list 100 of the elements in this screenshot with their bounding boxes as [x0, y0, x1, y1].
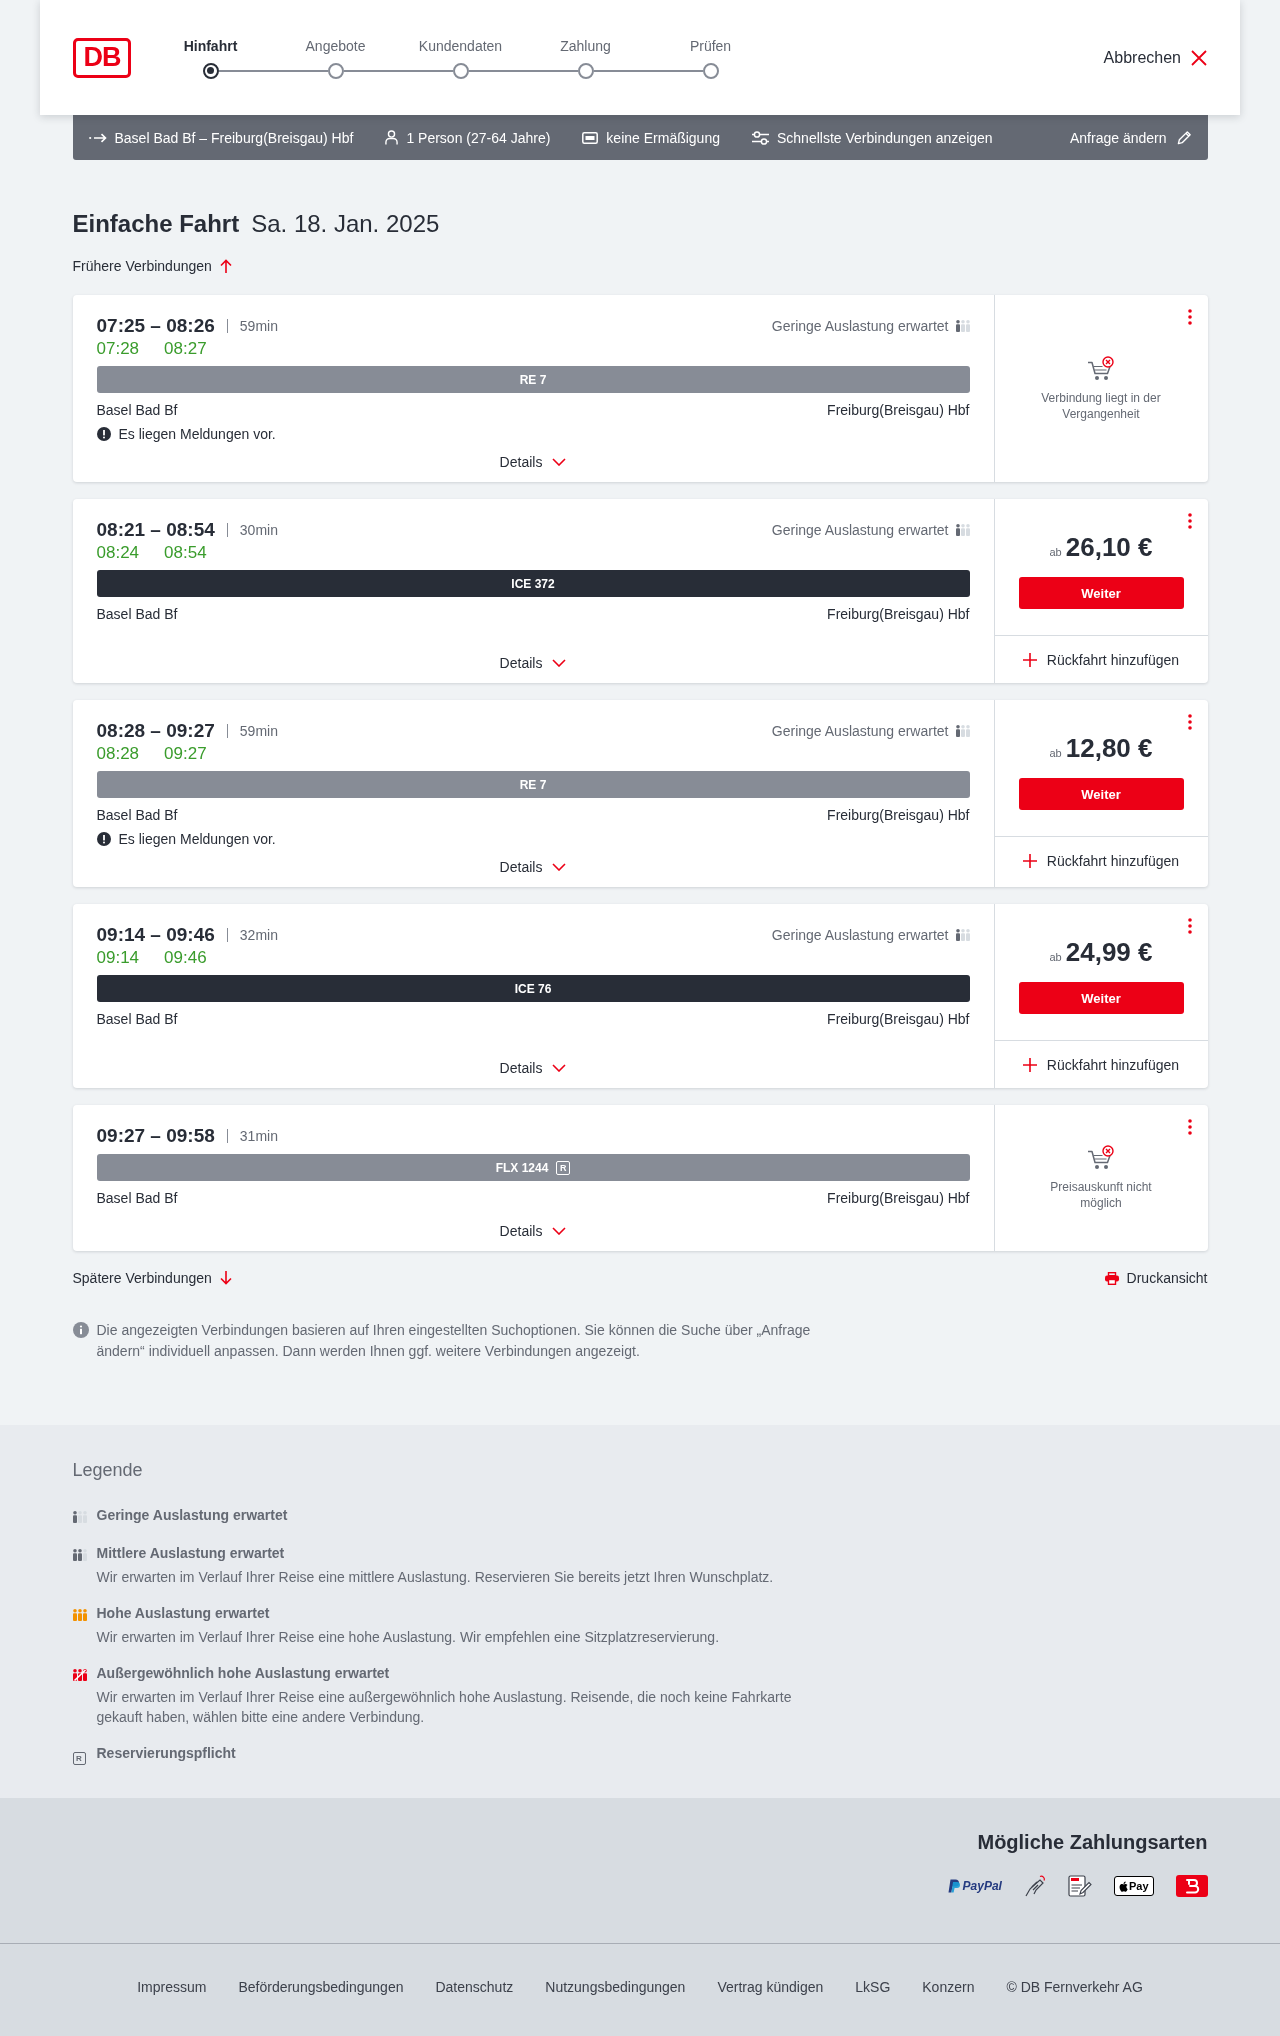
info-icon — [72, 1322, 89, 1338]
details-button[interactable]: Details — [499, 444, 567, 472]
plus-icon — [1022, 652, 1037, 667]
reservation-mark: R — [72, 1752, 86, 1765]
legend-item-description: Wir erwarten im Verlauf Ihrer Reise eine hohe Auslastung. Wir empfehlen eine Sitzplatzreservierung. — [96, 1628, 719, 1647]
occupancy-icon — [72, 1609, 87, 1621]
continue-button[interactable]: Weiter — [1018, 778, 1184, 810]
occupancy-icon — [955, 320, 970, 332]
paypal-mark-icon — [947, 1879, 960, 1893]
actual-arrival-time: 08:27 — [164, 338, 207, 360]
arrival-station: Freiburg(Breisgau) Hbf — [827, 806, 970, 825]
add-return-trip-button[interactable]: Rückfahrt hinzufügen — [994, 635, 1208, 683]
earlier-connections-link[interactable]: Frühere Verbindungen — [72, 256, 232, 276]
footer-link[interactable]: Vertrag kündigen — [717, 1977, 824, 1997]
chevron-down-icon — [552, 863, 567, 871]
occupancy-label: Geringe Auslastung erwartet — [771, 317, 949, 336]
step-label: Zahlung — [560, 36, 611, 55]
unavailable-note: Preisauskunft nicht möglich — [1049, 1179, 1153, 1211]
hand-card-icon — [1023, 1875, 1046, 1897]
footer-link[interactable]: Konzern — [922, 1977, 975, 1997]
actual-departure-time: 08:24 — [96, 542, 140, 564]
notice-text: Es liegen Meldungen vor. — [118, 425, 276, 444]
scheduled-times: 08:21 – 08:54 — [96, 518, 215, 542]
printer-icon — [1104, 1271, 1119, 1285]
details-button[interactable]: Details — [499, 645, 567, 673]
travel-duration: 32min — [239, 926, 278, 945]
details-button[interactable]: Details — [499, 849, 567, 877]
plus-icon — [1022, 1057, 1037, 1072]
plus-icon — [1022, 853, 1037, 868]
chevron-down-icon — [552, 659, 567, 667]
more-options-icon[interactable] — [1187, 513, 1192, 529]
footer-link[interactable]: Beförderungsbedingungen — [238, 1977, 404, 1997]
arrival-station: Freiburg(Breisgau) Hbf — [827, 1189, 970, 1208]
occupancy-label: Geringe Auslastung erwartet — [771, 722, 949, 741]
step-label: Hinfahrt — [183, 36, 238, 55]
later-connections-link[interactable]: Spätere Verbindungen — [72, 1268, 232, 1288]
sliders-icon — [752, 130, 769, 145]
actual-arrival-time: 09:27 — [164, 743, 207, 765]
edit-search-button[interactable]: Anfrage ändern — [1069, 129, 1192, 146]
cart-cross-icon — [1087, 1145, 1115, 1171]
details-button[interactable]: Details — [499, 1213, 567, 1241]
occupancy-icon — [72, 1511, 87, 1523]
departure-station: Basel Bad Bf — [96, 401, 178, 420]
scheduled-times: 09:27 – 09:58 — [96, 1124, 215, 1148]
pay-label: Pay — [1128, 1880, 1149, 1892]
details-button[interactable]: Details — [499, 1050, 567, 1078]
train-name: ICE 76 — [514, 981, 552, 996]
more-options-icon[interactable] — [1187, 714, 1192, 730]
reservation-mark: R — [556, 1160, 571, 1175]
footer-link[interactable]: Nutzungsbedingungen — [545, 1977, 686, 1997]
legend-item-title: Hohe Auslastung erwartet — [96, 1604, 271, 1623]
add-return-trip-button[interactable]: Rückfahrt hinzufügen — [994, 836, 1208, 884]
route-arrow-icon — [88, 132, 107, 143]
notice-text: Es liegen Meldungen vor. — [118, 830, 276, 849]
actual-arrival-time: 08:54 — [164, 542, 207, 564]
logo[interactable]: DB — [73, 37, 131, 78]
continue-button[interactable]: Weiter — [1018, 577, 1184, 609]
continue-button[interactable]: Weiter — [1018, 982, 1184, 1014]
cancel-button[interactable]: Abbrechen — [1103, 48, 1207, 67]
more-options-icon[interactable] — [1187, 309, 1192, 325]
close-icon — [1191, 49, 1207, 66]
arrow-up-icon — [219, 259, 232, 273]
footer-link[interactable]: © DB Fernverkehr AG — [1006, 1977, 1143, 1997]
legend-item-description: Wir erwarten im Verlauf Ihrer Reise eine außergewöhnlich hohe Auslastung. Reisende, die noch keine Fahrkarte gekauft haben, wählen bitte eine andere Verbindung. — [96, 1688, 793, 1727]
legend-title: Legende — [72, 1459, 144, 1482]
occupancy-icon — [955, 725, 970, 737]
scheduled-times: 09:14 – 09:46 — [96, 923, 215, 947]
more-options-icon[interactable] — [1187, 918, 1192, 934]
occupancy-icon — [72, 1669, 87, 1681]
legend-item-title: Außergewöhnlich hohe Auslastung erwartet — [96, 1664, 391, 1683]
scheduled-times: 07:25 – 08:26 — [96, 314, 215, 338]
price: 26,10 € — [1065, 531, 1153, 563]
cart-cross-icon — [1087, 355, 1115, 382]
print-view-link[interactable]: Druckansicht — [1104, 1268, 1208, 1288]
departure-station: Basel Bad Bf — [96, 1189, 178, 1208]
price: 24,99 € — [1065, 936, 1153, 968]
more-options-icon[interactable] — [1187, 1119, 1192, 1135]
arrow-down-icon — [219, 1271, 232, 1285]
scheduled-times: 08:28 – 09:27 — [96, 719, 215, 743]
chevron-down-icon — [552, 1227, 567, 1235]
step-label: Prüfen — [689, 36, 732, 55]
travel-duration: 59min — [239, 722, 278, 741]
actual-departure-time: 07:28 — [96, 338, 140, 360]
search-option-label: Schnellste Verbindungen anzeigen — [777, 129, 993, 146]
price-prefix: ab — [1049, 746, 1062, 760]
departure-station: Basel Bad Bf — [96, 605, 178, 624]
footer-link[interactable]: LkSG — [855, 1977, 891, 1997]
arrival-station: Freiburg(Breisgau) Hbf — [827, 605, 970, 624]
document-pen-icon — [1067, 1875, 1092, 1897]
alert-icon — [96, 832, 111, 846]
legend-item-title: Reservierungspflicht — [96, 1744, 236, 1763]
travel-date: Sa. 18. Jan. 2025 — [251, 209, 440, 239]
card-icon — [582, 131, 599, 144]
train-name: FLX 1244 — [495, 1160, 549, 1175]
chevron-down-icon — [552, 458, 567, 466]
add-return-trip-button[interactable]: Rückfahrt hinzufügen — [994, 1040, 1208, 1088]
occupancy-icon — [72, 1549, 87, 1561]
person-icon — [385, 130, 399, 145]
footer-link[interactable]: Impressum — [137, 1977, 207, 1997]
footer-link[interactable]: Datenschutz — [435, 1977, 514, 1997]
